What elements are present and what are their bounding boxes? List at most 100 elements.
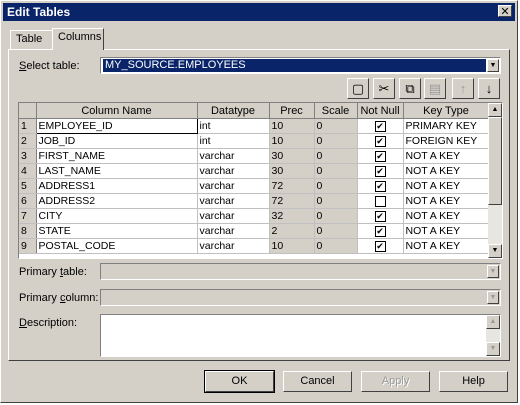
primary-table-dropdown[interactable]: ▼ bbox=[100, 263, 501, 280]
table-row[interactable]: 9 POSTAL_CODE varchar 10 0 ✔ NOT A KEY bbox=[19, 238, 490, 254]
datatype-cell[interactable]: varchar bbox=[197, 193, 270, 209]
column-name-cell[interactable]: FIRST_NAME bbox=[36, 148, 198, 164]
description-scrollbar[interactable]: ▲ ▼ bbox=[486, 315, 500, 356]
datatype-header[interactable]: Datatype bbox=[197, 103, 270, 119]
close-icon[interactable]: ✕ bbox=[498, 5, 512, 18]
scale-cell[interactable]: 0 bbox=[314, 193, 358, 209]
not-null-checkbox[interactable]: ✔ bbox=[374, 210, 386, 222]
not-null-checkbox[interactable] bbox=[374, 195, 386, 207]
scale-cell[interactable]: 0 bbox=[314, 178, 358, 194]
not-null-checkbox[interactable]: ✔ bbox=[374, 225, 386, 237]
not-null-cell[interactable]: ✔ bbox=[357, 208, 404, 224]
column-name-cell[interactable]: ADDRESS1 bbox=[36, 178, 198, 194]
datatype-cell[interactable]: varchar bbox=[197, 238, 270, 254]
ok-button[interactable]: OK bbox=[204, 370, 275, 393]
scroll-up-icon[interactable]: ▲ bbox=[486, 315, 500, 329]
scale-cell[interactable]: 0 bbox=[314, 163, 358, 179]
not-null-cell[interactable]: ✔ bbox=[357, 163, 404, 179]
scroll-up-icon[interactable]: ▲ bbox=[488, 103, 502, 117]
scale-cell[interactable]: 0 bbox=[314, 238, 358, 254]
new-column-button[interactable]: ▢ bbox=[347, 78, 369, 99]
move-down-button[interactable]: ↓ bbox=[478, 78, 500, 99]
column-name-cell[interactable]: POSTAL_CODE bbox=[36, 238, 198, 254]
not-null-cell[interactable] bbox=[357, 193, 404, 209]
table-row[interactable]: 4 LAST_NAME varchar 30 0 ✔ NOT A KEY bbox=[19, 163, 490, 179]
cut-button[interactable]: ✂ bbox=[373, 78, 395, 99]
tab-columns[interactable]: Columns bbox=[52, 28, 104, 50]
prec-cell[interactable]: 10 bbox=[269, 118, 315, 134]
prec-cell[interactable]: 30 bbox=[269, 148, 315, 164]
prec-cell[interactable]: 72 bbox=[269, 193, 315, 209]
prec-cell[interactable]: 72 bbox=[269, 178, 315, 194]
chevron-down-icon[interactable]: ▼ bbox=[487, 265, 499, 278]
scale-cell[interactable]: 0 bbox=[314, 208, 358, 224]
help-button[interactable]: Help bbox=[439, 371, 508, 392]
not-null-cell[interactable]: ✔ bbox=[357, 223, 404, 239]
key-type-cell[interactable]: PRIMARY KEY bbox=[403, 118, 490, 134]
datatype-cell[interactable]: varchar bbox=[197, 208, 270, 224]
datatype-cell[interactable]: int bbox=[197, 133, 270, 149]
apply-button[interactable]: Apply bbox=[361, 371, 430, 392]
not-null-header[interactable]: Not Null bbox=[357, 103, 404, 119]
grid-vertical-scrollbar[interactable]: ▲ ▼ bbox=[488, 103, 502, 258]
not-null-cell[interactable]: ✔ bbox=[357, 238, 404, 254]
key-type-cell[interactable]: NOT A KEY bbox=[403, 163, 490, 179]
column-name-cell[interactable]: EMPLOYEE_ID bbox=[35, 118, 198, 134]
prec-cell[interactable]: 10 bbox=[269, 238, 315, 254]
key-type-header[interactable]: Key Type bbox=[403, 103, 490, 119]
not-null-checkbox[interactable]: ✔ bbox=[374, 240, 386, 252]
description-textarea[interactable]: ▲ ▼ bbox=[100, 314, 501, 357]
title-bar[interactable]: Edit Tables ✕ bbox=[3, 3, 515, 21]
scroll-thumb[interactable] bbox=[488, 117, 502, 205]
column-name-header[interactable]: Column Name bbox=[36, 103, 198, 119]
scale-cell[interactable]: 0 bbox=[314, 118, 358, 134]
prec-header[interactable]: Prec bbox=[269, 103, 315, 119]
scale-cell[interactable]: 0 bbox=[314, 148, 358, 164]
column-name-cell[interactable]: CITY bbox=[36, 208, 198, 224]
key-type-cell[interactable]: FOREIGN KEY bbox=[403, 133, 490, 149]
cancel-button[interactable]: Cancel bbox=[283, 371, 352, 392]
not-null-checkbox[interactable]: ✔ bbox=[374, 165, 386, 177]
prec-cell[interactable]: 2 bbox=[269, 223, 315, 239]
key-type-cell[interactable]: NOT A KEY bbox=[403, 178, 490, 194]
key-type-cell[interactable]: NOT A KEY bbox=[403, 238, 490, 254]
column-name-cell[interactable]: STATE bbox=[36, 223, 198, 239]
key-type-cell[interactable]: NOT A KEY bbox=[403, 208, 490, 224]
prec-cell[interactable]: 10 bbox=[269, 133, 315, 149]
table-row[interactable]: 3 FIRST_NAME varchar 30 0 ✔ NOT A KEY bbox=[19, 148, 490, 164]
datatype-cell[interactable]: varchar bbox=[197, 163, 270, 179]
datatype-cell[interactable]: varchar bbox=[197, 148, 270, 164]
chevron-down-icon[interactable]: ▼ bbox=[487, 59, 499, 72]
scale-cell[interactable]: 0 bbox=[314, 223, 358, 239]
select-table-dropdown[interactable]: MY_SOURCE.EMPLOYEES ▼ bbox=[100, 57, 501, 74]
not-null-checkbox[interactable]: ✔ bbox=[374, 135, 386, 147]
datatype-cell[interactable]: varchar bbox=[197, 178, 270, 194]
tab-table[interactable]: Table bbox=[10, 30, 53, 49]
table-row[interactable]: 7 CITY varchar 32 0 ✔ NOT A KEY bbox=[19, 208, 490, 224]
prec-cell[interactable]: 32 bbox=[269, 208, 315, 224]
datatype-cell[interactable]: int bbox=[197, 118, 270, 134]
scroll-down-icon[interactable]: ▼ bbox=[486, 342, 500, 356]
table-row[interactable]: 5 ADDRESS1 varchar 72 0 ✔ NOT A KEY bbox=[19, 178, 490, 194]
column-name-cell[interactable]: ADDRESS2 bbox=[36, 193, 198, 209]
column-name-cell[interactable]: JOB_ID bbox=[36, 133, 198, 149]
table-row[interactable]: 8 STATE varchar 2 0 ✔ NOT A KEY bbox=[19, 223, 490, 239]
key-type-cell[interactable]: NOT A KEY bbox=[403, 223, 490, 239]
not-null-cell[interactable]: ✔ bbox=[357, 118, 404, 134]
scroll-down-icon[interactable]: ▼ bbox=[488, 244, 502, 258]
columns-grid[interactable]: Column Name Datatype Prec Scale Not Null… bbox=[18, 102, 503, 259]
not-null-checkbox[interactable]: ✔ bbox=[374, 180, 386, 192]
not-null-cell[interactable]: ✔ bbox=[357, 178, 404, 194]
paste-button[interactable]: ▤ bbox=[424, 78, 446, 99]
not-null-cell[interactable]: ✔ bbox=[357, 133, 404, 149]
scale-cell[interactable]: 0 bbox=[314, 133, 358, 149]
key-type-cell[interactable]: NOT A KEY bbox=[403, 193, 490, 209]
prec-cell[interactable]: 30 bbox=[269, 163, 315, 179]
table-row[interactable]: 6 ADDRESS2 varchar 72 0 NOT A KEY bbox=[19, 193, 490, 209]
table-row[interactable]: 1 EMPLOYEE_ID int 10 0 ✔ PRIMARY KEY bbox=[19, 118, 490, 134]
not-null-checkbox[interactable]: ✔ bbox=[374, 120, 386, 132]
move-up-button[interactable]: ↑ bbox=[452, 78, 474, 99]
column-name-cell[interactable]: LAST_NAME bbox=[36, 163, 198, 179]
primary-column-dropdown[interactable]: ▼ bbox=[100, 289, 501, 306]
datatype-cell[interactable]: varchar bbox=[197, 223, 270, 239]
